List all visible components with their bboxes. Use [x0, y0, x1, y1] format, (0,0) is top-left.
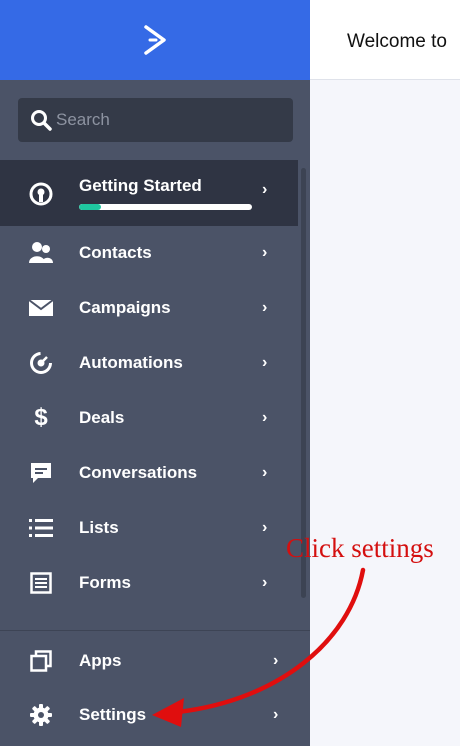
apps-icon [28, 648, 54, 674]
logo-icon[interactable] [140, 23, 170, 57]
search-box[interactable] [18, 98, 293, 142]
sidebar-item-campaigns[interactable]: Campaigns › [0, 280, 300, 335]
sidebar-bottom-section: Apps › Settings › [0, 630, 310, 746]
chevron-right-icon: › [273, 651, 279, 669]
sidebar-item-label: Lists [79, 517, 119, 537]
sidebar-item-label: Conversations [79, 462, 198, 482]
chevron-right-icon: › [262, 518, 268, 536]
envelope-icon [28, 295, 54, 321]
automations-icon [28, 350, 54, 376]
list-icon [28, 515, 54, 541]
sidebar-item-label: Getting Started [79, 176, 202, 195]
sidebar-item-label: Apps [79, 650, 122, 670]
sidebar-item-lists[interactable]: Lists › [0, 500, 300, 555]
sidebar-item-conversations[interactable]: Conversations › [0, 445, 300, 500]
sidebar-item-apps[interactable]: Apps › [0, 633, 310, 688]
sidebar-item-label: Contacts [79, 242, 152, 262]
chevron-right-icon: › [262, 298, 268, 316]
sidebar-item-label: Campaigns [79, 297, 171, 317]
getting-started-icon [29, 182, 53, 206]
contacts-icon [28, 240, 54, 266]
chevron-right-icon: › [262, 573, 268, 591]
chevron-right-icon: › [262, 353, 268, 371]
gear-icon [28, 702, 54, 728]
sidebar-item-getting-started[interactable]: Getting Started › [0, 160, 298, 226]
chevron-right-icon: › [262, 243, 268, 261]
sidebar-item-deals[interactable]: $ Deals › [0, 390, 300, 445]
sidebar-item-label: Settings [79, 704, 147, 724]
chevron-right-icon: › [262, 181, 268, 198]
search-input[interactable] [56, 110, 276, 130]
chevron-right-icon: › [262, 463, 268, 481]
sidebar-item-automations[interactable]: Automations › [0, 335, 300, 390]
sidebar-item-forms[interactable]: Forms › [0, 555, 300, 610]
chevron-right-icon: › [262, 408, 268, 426]
sidebar-item-settings[interactable]: Settings › [0, 687, 310, 742]
sidebar-item-label: Automations [79, 352, 183, 372]
getting-started-progress-bar [79, 204, 252, 210]
search-icon [31, 110, 52, 131]
annotation-label: Click settings [286, 533, 434, 563]
dollar-icon: $ [34, 403, 48, 431]
sidebar: Getting Started › Contacts › Campaigns › [0, 0, 310, 746]
form-icon [28, 570, 54, 596]
chat-icon [28, 460, 54, 486]
sidebar-item-label: Deals [79, 407, 125, 427]
welcome-heading: Welcome to [347, 31, 447, 52]
sidebar-item-contacts[interactable]: Contacts › [0, 225, 300, 280]
logo-bar [0, 0, 310, 80]
chevron-right-icon: › [273, 705, 279, 723]
progress-fill [79, 204, 102, 210]
sidebar-item-label: Forms [79, 572, 131, 592]
